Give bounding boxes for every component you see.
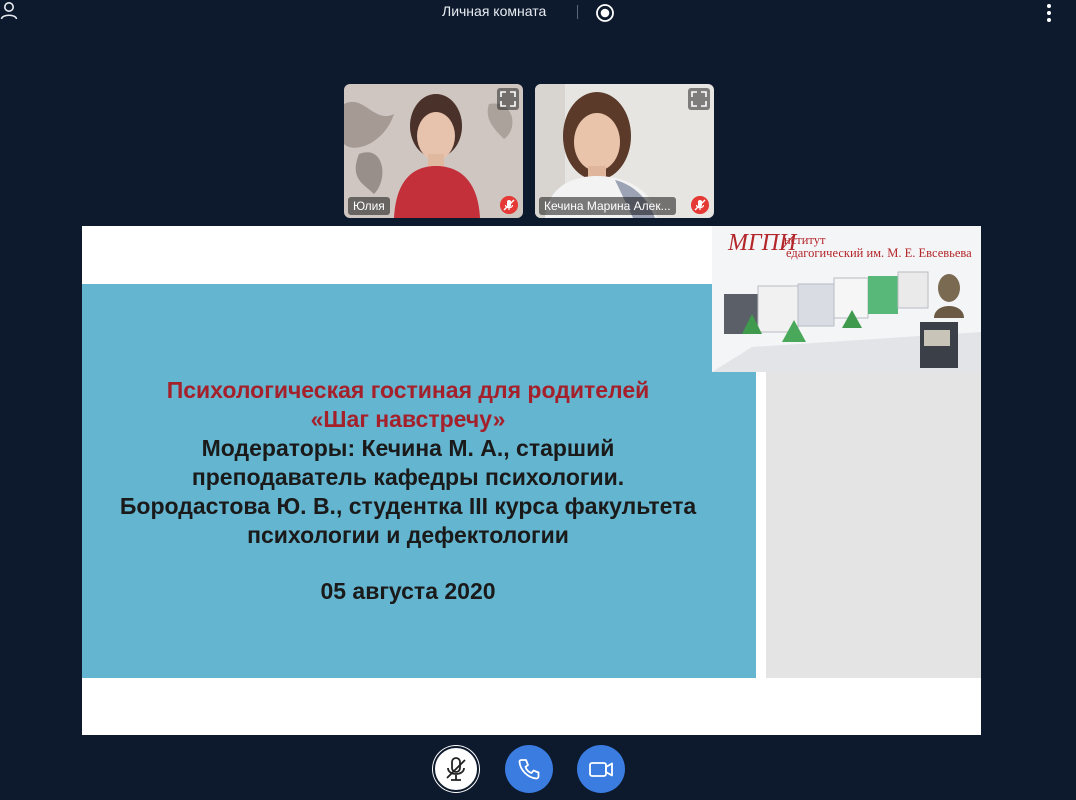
mic-off-icon xyxy=(433,746,479,792)
participant-name: Юлия xyxy=(348,197,390,215)
phone-icon xyxy=(518,759,540,780)
record-icon[interactable] xyxy=(595,3,615,23)
slide-body-line4: психологии и дефектологии xyxy=(247,522,569,548)
slide-date: 05 августа 2020 xyxy=(320,578,496,604)
campus-illustration xyxy=(712,271,981,372)
user-icon[interactable] xyxy=(0,0,22,22)
slide-body-line1: Модераторы: Кечина М. А., старший xyxy=(201,435,615,461)
slide-text: Психологическая гостиная для родителей «… xyxy=(82,376,734,606)
slide-body-line2: преподаватель кафедры психологии. xyxy=(191,464,625,490)
participant-tile[interactable]: Кечина Марина Алек... xyxy=(535,84,714,218)
institute-logo: МГПИ нститут едагогический им. М. Е. Евс… xyxy=(712,226,981,372)
mute-microphone-button[interactable] xyxy=(432,745,480,793)
expand-icon[interactable] xyxy=(688,88,710,110)
top-bar: Личная комната xyxy=(0,0,1076,26)
camera-icon xyxy=(589,762,613,777)
expand-icon[interactable] xyxy=(497,88,519,110)
slide-grey-panel xyxy=(766,372,981,678)
slide-title-line2: «Шаг навстречу» xyxy=(310,406,506,432)
slide-body-line3: Бородастова Ю. В., студентка III курса ф… xyxy=(119,493,697,519)
participant-tile[interactable]: Юлия xyxy=(344,84,523,218)
slide-title-line1: Психологическая гостиная для родителей xyxy=(166,377,650,403)
shared-screen-slide: МГПИ нститут едагогический им. М. Е. Евс… xyxy=(82,226,981,735)
logo-text: нститут едагогический им. М. Е. Евсевьев… xyxy=(784,234,972,260)
camera-button[interactable] xyxy=(577,745,625,793)
end-call-button[interactable] xyxy=(505,745,553,793)
more-icon[interactable] xyxy=(1040,2,1058,24)
room-title: Личная комната xyxy=(442,3,547,19)
title-divider xyxy=(577,5,578,19)
logo-text-line1: нститут xyxy=(784,233,826,247)
mic-off-icon xyxy=(691,196,709,214)
participant-name: Кечина Марина Алек... xyxy=(539,197,676,215)
mic-off-icon xyxy=(500,196,518,214)
logo-text-line2: едагогический им. М. Е. Евсевьева xyxy=(786,246,972,260)
